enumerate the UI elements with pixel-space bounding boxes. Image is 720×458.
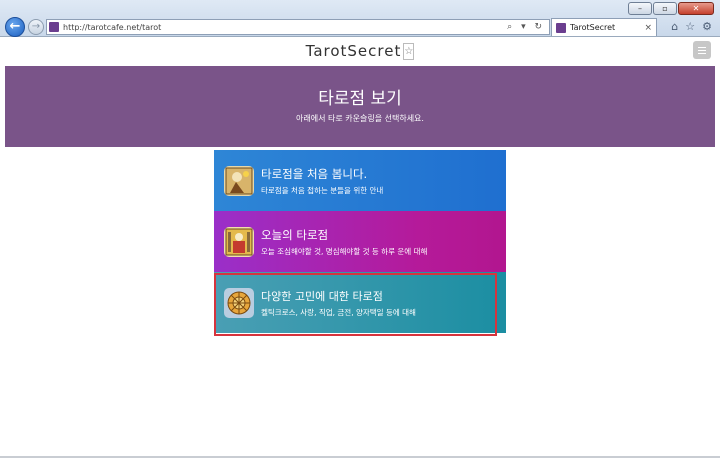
address-bar[interactable]: http://tarotcafe.net/tarot ⌕ ▾ ↻ <box>46 19 550 35</box>
home-icon[interactable]: ⌂ <box>671 20 678 33</box>
gear-icon[interactable]: ⚙ <box>702 20 712 33</box>
minimize-button[interactable]: – <box>628 2 652 15</box>
star-icon[interactable]: ☆ <box>403 43 415 60</box>
brand: TarotSecret ☆ <box>0 42 720 60</box>
forward-button[interactable]: → <box>28 19 44 35</box>
maximize-button[interactable]: ▫ <box>653 2 677 15</box>
window-controls: – ▫ ✕ <box>628 2 714 15</box>
tarot-card-icon <box>224 165 254 196</box>
arrow-left-icon: ← <box>9 19 21 34</box>
page-title: 타로점 보기 <box>318 89 402 109</box>
tab-close-icon[interactable]: × <box>644 23 656 33</box>
arrow-right-icon: → <box>31 21 41 32</box>
favorites-star-icon[interactable]: ☆ <box>685 20 695 33</box>
back-button[interactable]: ← <box>5 17 25 37</box>
tarot-card-icon <box>224 226 254 257</box>
card-title: 오늘의 타로점 <box>261 227 329 242</box>
browser-tools: ⌂ ☆ ⚙ <box>671 20 712 33</box>
tab-title: TarotSecret <box>570 23 616 32</box>
browser-tab[interactable]: TarotSecret × <box>551 18 657 36</box>
card-subtitle: 오늘 조심해야할 것, 명심해야할 것 등 하루 운에 대해 <box>261 246 428 256</box>
brand-logo-text[interactable]: TarotSecret <box>306 42 402 60</box>
url-text[interactable]: http://tarotcafe.net/tarot <box>63 23 507 32</box>
tab-favicon-icon <box>556 22 566 33</box>
card-today[interactable]: 오늘의 타로점 오늘 조심해야할 것, 명심해야할 것 등 하루 운에 대해 <box>214 211 506 272</box>
page-banner: 타로점 보기 아래에서 타로 카운슬링을 선택하세요. <box>5 66 715 147</box>
browser-chrome: – ▫ ✕ ← → http://tarotcafe.net/tarot ⌕ ▾… <box>0 0 720 37</box>
menu-line <box>698 52 706 54</box>
card-text: 오늘의 타로점 오늘 조심해야할 것, 명심해야할 것 등 하루 운에 대해 <box>261 227 427 257</box>
page-subtitle: 아래에서 타로 카운슬링을 선택하세요. <box>296 114 424 123</box>
site-favicon-icon <box>49 22 59 32</box>
search-refresh-icons[interactable]: ⌕ ▾ ↻ <box>507 22 549 32</box>
card-subtitle: 타로점을 처음 접하는 분들을 위한 안내 <box>261 185 384 195</box>
site-header: TarotSecret ☆ <box>0 37 720 66</box>
card-title: 타로점을 처음 봅니다. <box>261 166 368 181</box>
menu-line <box>698 46 706 48</box>
card-first-time[interactable]: 타로점을 처음 봅니다. 타로점을 처음 접하는 분들을 위한 안내 <box>214 150 506 211</box>
card-text: 타로점을 처음 봅니다. 타로점을 처음 접하는 분들을 위한 안내 <box>261 166 383 196</box>
close-window-button[interactable]: ✕ <box>678 2 714 15</box>
selection-highlight <box>214 273 497 336</box>
hamburger-menu-button[interactable] <box>693 41 711 59</box>
menu-line <box>698 49 706 51</box>
